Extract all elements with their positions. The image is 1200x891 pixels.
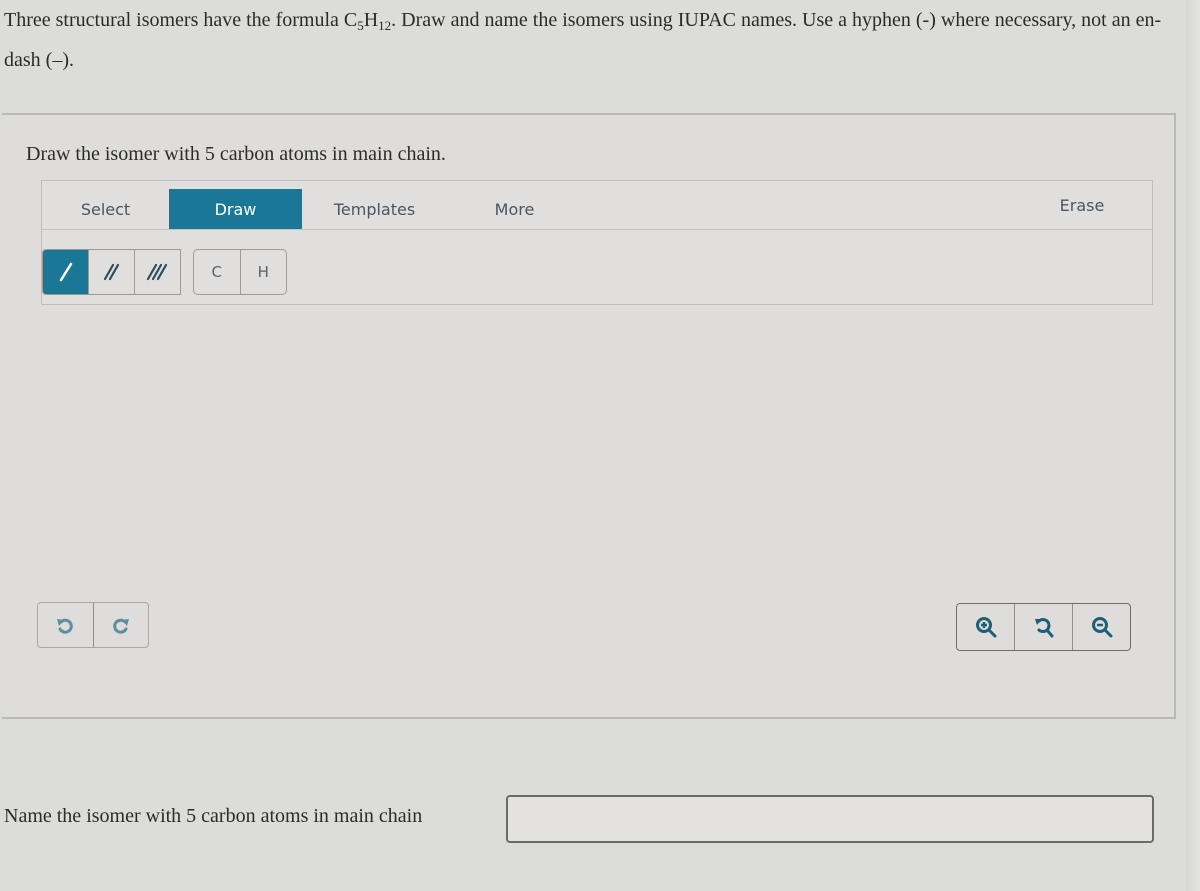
- zoom-reset-button[interactable]: [1015, 604, 1073, 650]
- isomer-name-input[interactable]: [506, 795, 1154, 843]
- prompt-text: Three structural isomers have the formul…: [4, 9, 358, 31]
- structure-editor-toolbar: Select Draw Templates More Erase C H: [41, 180, 1153, 305]
- page-edge-shade: [1186, 0, 1200, 891]
- undo-icon: [57, 618, 74, 634]
- redo-button[interactable]: [94, 603, 149, 647]
- zoom-in-button[interactable]: [957, 604, 1015, 650]
- triple-bond-icon: [146, 263, 167, 281]
- hydrogen-atom-button[interactable]: H: [241, 250, 287, 294]
- draw-instruction: Draw the isomer with 5 carbon atoms in m…: [26, 143, 446, 165]
- redo-icon: [112, 618, 129, 634]
- tab-draw[interactable]: Draw: [169, 189, 302, 229]
- zoom-in-icon: [975, 617, 996, 638]
- zoom-reset-icon: [1034, 618, 1053, 638]
- carbon-atom-button[interactable]: C: [194, 250, 241, 294]
- question-prompt: Three structural isomers have the formul…: [4, 0, 1184, 80]
- atom-tool-group: C H: [193, 249, 287, 295]
- tab-more[interactable]: More: [447, 189, 582, 229]
- double-bond-icon: [103, 263, 119, 281]
- editor-menubar: Select Draw Templates More Erase: [42, 181, 1152, 230]
- subscript-hydrogen: 12: [378, 18, 392, 33]
- undo-button[interactable]: [38, 603, 94, 647]
- zoom-out-button[interactable]: [1073, 604, 1130, 650]
- prompt-text: H: [363, 9, 379, 31]
- zoom-tool-group: [956, 603, 1131, 651]
- triple-bond-button[interactable]: [135, 250, 180, 294]
- zoom-out-icon: [1091, 617, 1112, 638]
- double-bond-button[interactable]: [89, 250, 135, 294]
- single-bond-icon: [59, 262, 72, 282]
- bond-tool-group: [42, 249, 181, 295]
- single-bond-button[interactable]: [43, 250, 89, 294]
- tab-select[interactable]: Select: [42, 189, 169, 229]
- tab-templates[interactable]: Templates: [302, 189, 447, 229]
- erase-button[interactable]: Erase: [1022, 185, 1142, 225]
- history-tool-group: [37, 602, 149, 648]
- name-field-label: Name the isomer with 5 carbon atoms in m…: [4, 805, 423, 827]
